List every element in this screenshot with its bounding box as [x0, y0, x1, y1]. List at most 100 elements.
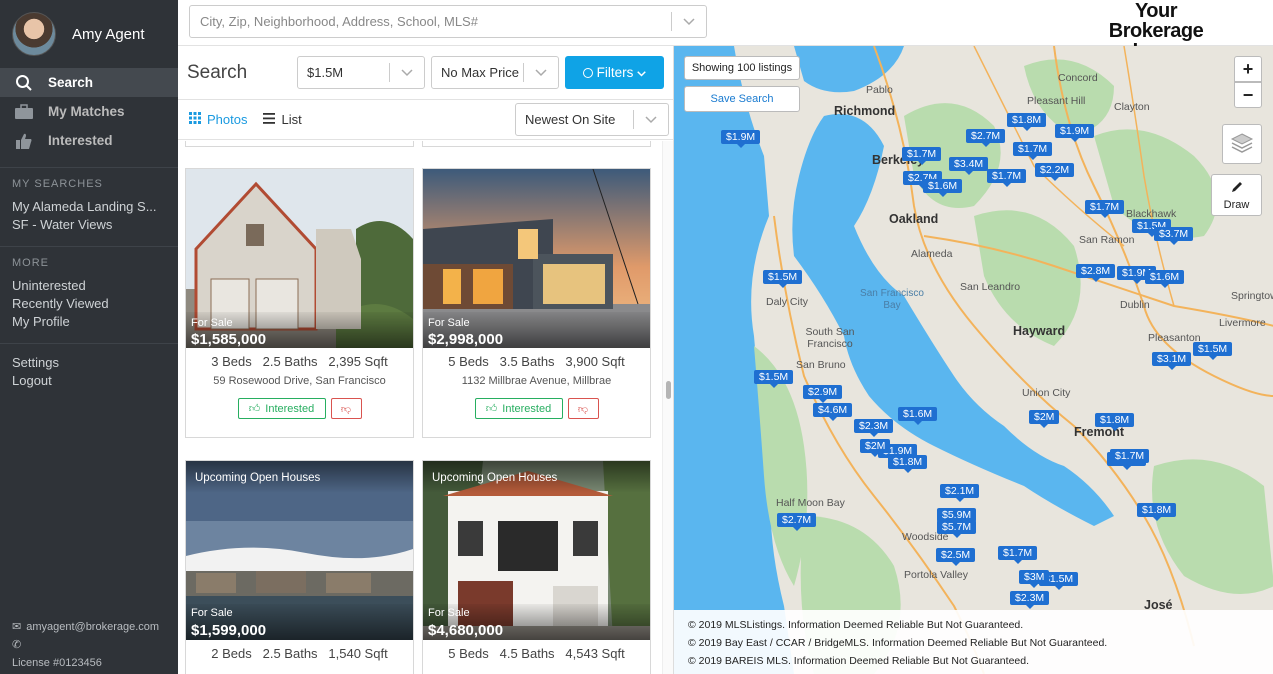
user-email[interactable]: amyagent@brokerage.com — [26, 618, 159, 636]
listing-status: For Sale — [428, 317, 470, 329]
settings-link[interactable]: Settings — [0, 354, 170, 372]
listing-photo[interactable]: Upcoming Open Houses For Sale $4,680,000 — [423, 461, 650, 640]
zoom-out-button[interactable]: − — [1234, 82, 1262, 108]
uninterested-link[interactable]: Uninterested — [0, 277, 170, 295]
price-pin[interactable]: $2.8M — [1076, 264, 1116, 282]
listing-card[interactable]: For Sale $2,998,000 5 Beds 3.5 Baths 3,9… — [422, 168, 651, 438]
listing-card[interactable] — [185, 141, 414, 147]
price-pin[interactable]: $1.7M — [1013, 142, 1053, 160]
listing-card[interactable] — [422, 141, 651, 147]
price-pin[interactable]: $5.7M — [937, 520, 977, 538]
min-price-select[interactable]: $1.5M — [297, 56, 425, 89]
map-place-label: San Francisco Bay — [860, 288, 924, 311]
map-place-label: Alameda — [911, 248, 953, 260]
price-pin[interactable]: $1.5M — [754, 370, 794, 388]
listing-card[interactable]: Upcoming Open Houses For Sale $1,599,000… — [185, 460, 414, 674]
save-search-button[interactable]: Save Search — [684, 86, 800, 112]
draw-label: Draw — [1223, 198, 1250, 211]
price-pin[interactable]: $4.6M — [813, 403, 853, 421]
price-pin[interactable]: $1.9M — [1055, 124, 1095, 142]
user-name: Amy Agent — [72, 25, 145, 43]
map-place-label: Daly City — [766, 296, 809, 308]
price-pin[interactable]: $1.6M — [898, 407, 938, 425]
price-pin[interactable]: $1.8M — [1095, 413, 1135, 431]
map-copyright: © 2019 MLSListings. Information Deemed R… — [674, 610, 1273, 674]
my-profile-link[interactable]: My Profile — [0, 313, 170, 331]
interested-button[interactable]: 👍︎ Interested — [474, 398, 563, 419]
price-pin[interactable]: $1.7M — [998, 546, 1038, 564]
price-pin[interactable]: $1.8M — [1137, 503, 1177, 521]
saved-search-link[interactable]: SF - Water Views — [0, 216, 170, 234]
avatar[interactable] — [12, 12, 56, 56]
tab-list[interactable]: List — [263, 112, 302, 127]
sidebar-item-label: Interested — [48, 133, 113, 148]
zoom-in-button[interactable]: + — [1234, 56, 1262, 82]
price-pin[interactable]: $2.7M — [966, 129, 1006, 147]
saved-search-link[interactable]: My Alameda Landing S... — [0, 198, 170, 216]
price-pin[interactable]: $2.7M — [777, 513, 817, 531]
results-scrollbar[interactable] — [662, 141, 673, 674]
location-search-box[interactable] — [189, 5, 707, 38]
map-place-label: Richmond — [834, 104, 896, 118]
price-pin[interactable]: $2.2M — [1035, 163, 1075, 181]
listing-photo[interactable]: Upcoming Open Houses For Sale $1,599,000 — [186, 461, 413, 640]
chevron-down-icon[interactable] — [672, 17, 706, 26]
listing-card[interactable]: Upcoming Open Houses For Sale $4,680,000… — [422, 460, 651, 674]
price-pin[interactable]: $3.1M — [1152, 352, 1192, 370]
listing-address: 1132 Millbrae Avenue, Millbrae — [461, 375, 612, 387]
listing-results[interactable]: For Sale $1,585,000 3 Beds 2.5 Baths 2,3… — [178, 141, 658, 674]
price-pin[interactable]: $2M — [1029, 410, 1060, 428]
thumbs-down-icon: 👎︎ — [340, 403, 352, 415]
not-interested-button[interactable]: 👎︎ — [567, 398, 599, 419]
listing-price: $2,998,000 — [428, 331, 504, 348]
price-pin[interactable]: $1.7M — [1085, 200, 1125, 218]
price-pin[interactable]: $3.4M — [949, 157, 989, 175]
interested-button[interactable]: 👍︎ Interested — [237, 398, 326, 419]
price-pin[interactable]: $2.3M — [1010, 591, 1050, 609]
map-place-label: Springtown — [1231, 290, 1273, 302]
price-pin[interactable]: $3.7M — [1154, 227, 1194, 245]
price-pin[interactable]: $1.9M — [721, 130, 761, 148]
listing-photo[interactable]: For Sale $2,998,000 — [423, 169, 650, 348]
price-pin[interactable]: $1.7M — [902, 147, 942, 165]
sidebar: Amy Agent Search My Matches Interested M… — [0, 0, 178, 674]
price-pin[interactable]: $1.7M — [1110, 449, 1150, 467]
listing-card[interactable]: For Sale $1,585,000 3 Beds 2.5 Baths 2,3… — [185, 168, 414, 438]
price-pin[interactable]: $1.8M — [1007, 113, 1047, 131]
price-pin[interactable]: $1.7M — [987, 169, 1027, 187]
map-place-label: San Leandro — [960, 281, 1021, 293]
pencil-icon — [1230, 180, 1244, 197]
draw-button[interactable]: Draw — [1211, 174, 1262, 216]
sort-select[interactable]: Newest On Site — [515, 103, 669, 136]
price-pin[interactable]: $2.3M — [854, 419, 894, 437]
price-pin[interactable]: $1.8M — [888, 455, 928, 473]
filters-button[interactable]: Filters — [565, 56, 664, 89]
listing-actions: 👍︎ Interested 👎︎ — [423, 398, 650, 419]
recently-viewed-link[interactable]: Recently Viewed — [0, 295, 170, 313]
max-price-select[interactable]: No Max Price — [431, 56, 559, 89]
price-pin[interactable]: $2M — [860, 439, 891, 457]
map-place-label: Livermore — [1219, 317, 1266, 329]
sidebar-item-search[interactable]: Search — [0, 68, 178, 97]
listing-photo[interactable]: For Sale $1,585,000 — [186, 169, 413, 348]
price-pin[interactable]: $2.5M — [936, 548, 976, 566]
chevron-down-icon — [637, 65, 647, 80]
price-pin[interactable]: $2.1M — [940, 484, 980, 502]
not-interested-button[interactable]: 👎︎ — [330, 398, 362, 419]
sidebar-item-my-matches[interactable]: My Matches — [0, 97, 178, 126]
price-pin[interactable]: $3M — [1019, 570, 1050, 588]
price-pin[interactable]: $1.5M — [1193, 342, 1233, 360]
profile-header[interactable]: Amy Agent — [0, 0, 178, 68]
tab-photos[interactable]: Photos — [189, 112, 247, 127]
price-pin[interactable]: $2.9M — [803, 385, 843, 403]
price-pin[interactable]: $1.5M — [763, 270, 803, 288]
layers-button[interactable] — [1222, 124, 1262, 164]
price-pin[interactable]: $1.6M — [923, 179, 963, 197]
scrollbar-thumb[interactable] — [666, 381, 671, 399]
map[interactable]: Richmond Pablo Berkeley Oakland Alameda … — [673, 46, 1273, 674]
location-search-input[interactable] — [190, 14, 671, 29]
sidebar-item-interested[interactable]: Interested — [0, 126, 178, 155]
price-pin[interactable]: $1.6M — [1145, 270, 1185, 288]
map-place-label: Hayward — [1013, 324, 1066, 338]
logout-link[interactable]: Logout — [0, 372, 170, 390]
